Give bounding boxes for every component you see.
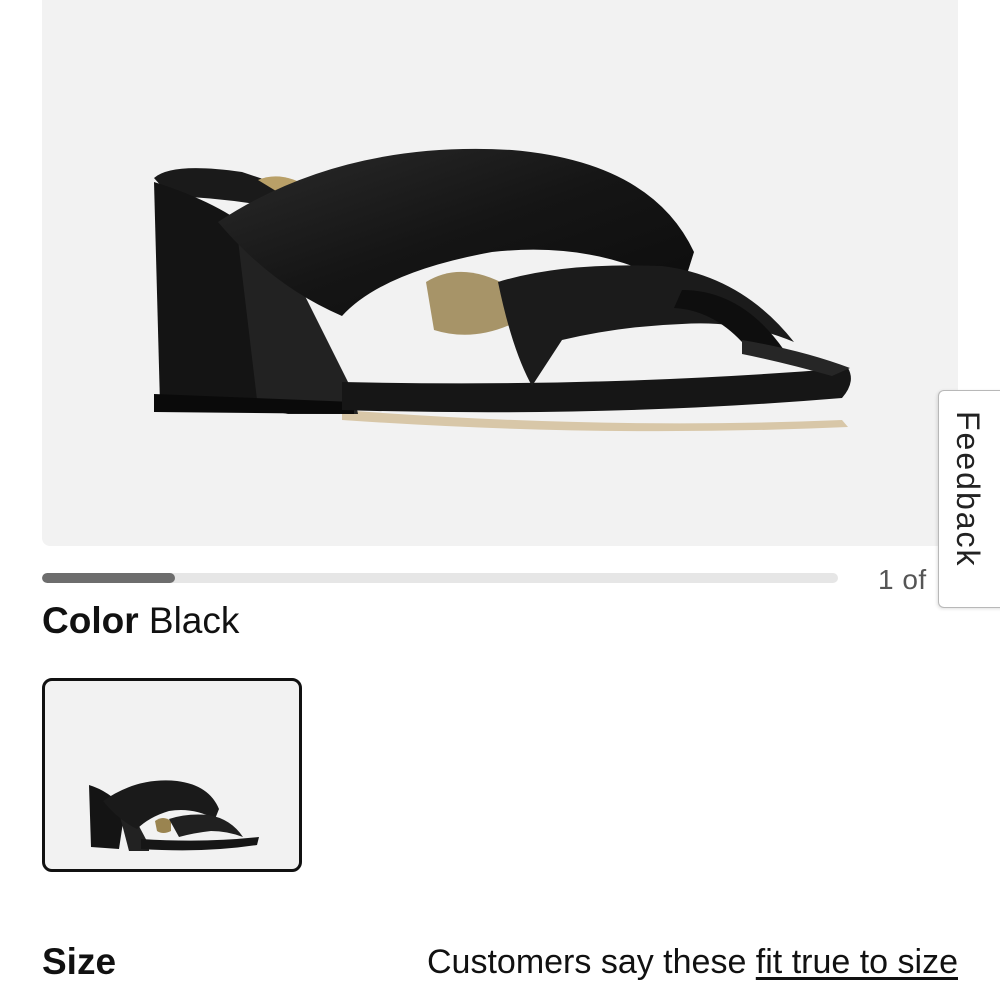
feedback-button[interactable]: Feedback <box>938 390 1000 608</box>
color-heading: Color Black <box>42 597 239 645</box>
feedback-label: Feedback <box>950 411 986 568</box>
fit-true-to-size-link[interactable]: fit true to size <box>756 943 958 981</box>
fit-note-prefix: Customers say these <box>427 943 756 981</box>
color-label: Color <box>42 600 139 641</box>
gallery-progress-bar <box>42 573 838 583</box>
product-image[interactable] <box>42 0 958 546</box>
product-page: 1 of Color Black Size Customers say thes… <box>0 0 1000 1000</box>
swatch-sandal-icon <box>89 780 259 851</box>
color-swatch-black[interactable] <box>42 678 302 872</box>
gallery-counter: 1 of <box>878 564 927 595</box>
color-value: Black <box>148 600 240 641</box>
size-heading: Size <box>42 941 117 982</box>
fit-note: Customers say these fit true to size <box>427 940 958 984</box>
gallery-progress-fill <box>42 573 175 583</box>
sandal-illustration <box>154 148 851 432</box>
